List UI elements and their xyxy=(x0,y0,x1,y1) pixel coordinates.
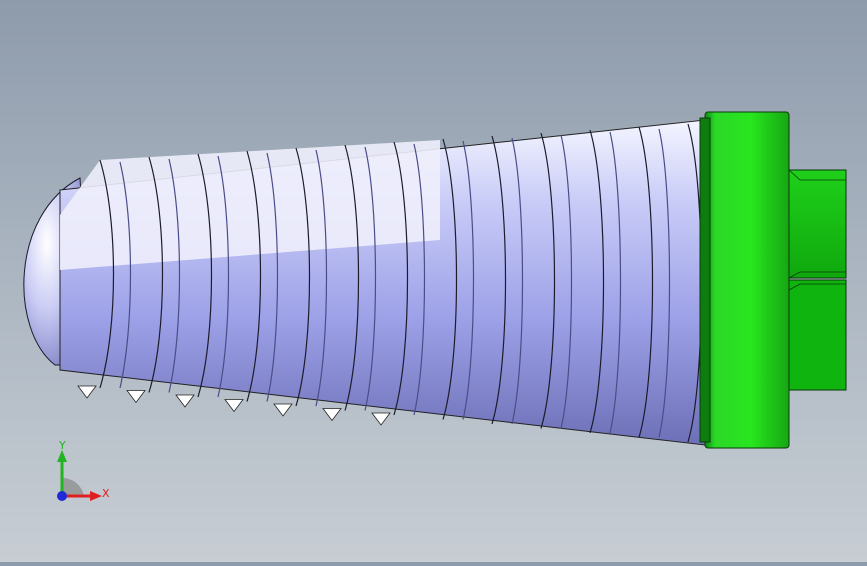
thread-notch xyxy=(322,408,342,422)
thread-notch xyxy=(126,390,146,404)
screw-hex-lower xyxy=(788,279,847,391)
screw-hex-upper xyxy=(788,169,847,279)
thread-notch xyxy=(175,394,195,408)
z-axis-dot xyxy=(57,491,67,501)
y-axis-label: Y xyxy=(59,439,66,452)
thread-notch xyxy=(77,385,97,399)
axis-triad: Y X xyxy=(40,439,130,515)
thread-notch xyxy=(371,412,391,426)
3d-viewport[interactable] xyxy=(0,0,867,562)
thread-notch xyxy=(273,403,293,417)
thread-notch xyxy=(224,399,244,413)
screw-model[interactable] xyxy=(0,0,867,562)
screw-head-flange xyxy=(704,111,790,449)
screw-head-rim xyxy=(699,117,711,443)
x-axis-label: X xyxy=(102,487,110,500)
